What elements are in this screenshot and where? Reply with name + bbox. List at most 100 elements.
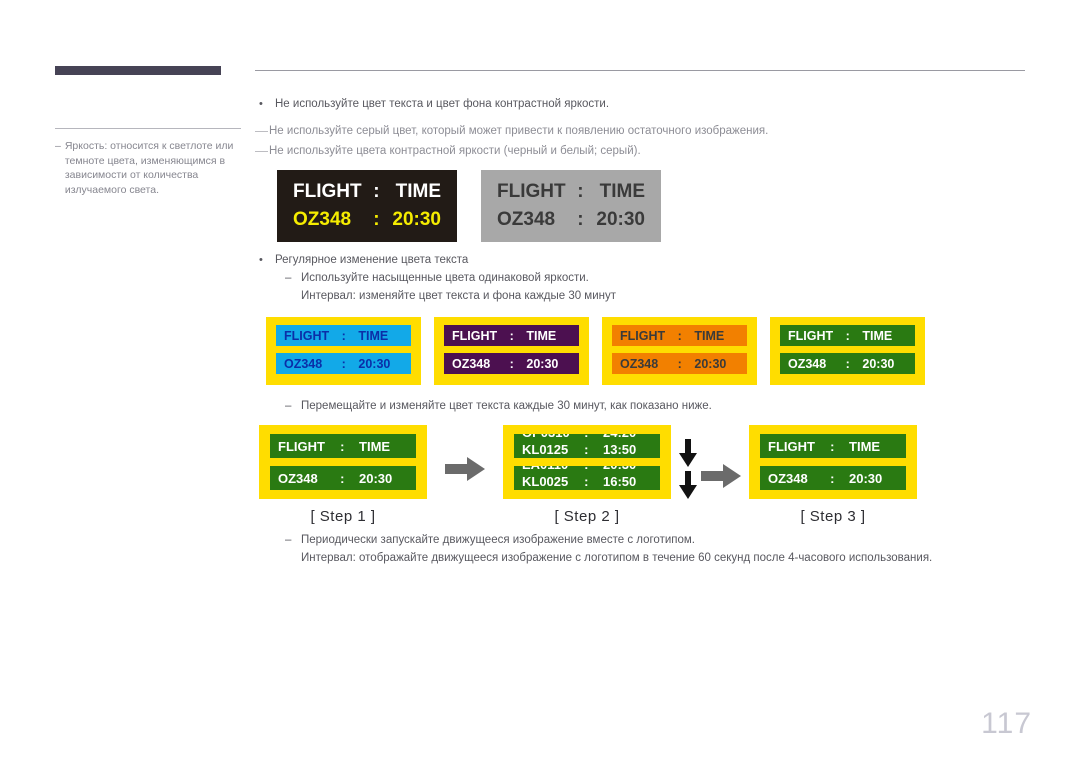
flight-header-code: FLIGHT — [452, 328, 498, 343]
flight-row-time: 20:30 — [849, 470, 883, 486]
color-swatch-cyan: FLIGHT : TIME OZ348 : 20:30 — [266, 317, 421, 385]
flight-header-colon: : — [373, 181, 380, 202]
arrow-2-container — [671, 425, 749, 513]
bullet-marker: • — [259, 254, 263, 266]
flight-panel-dark-header: FLIGHT : TIME — [293, 181, 441, 203]
sidebar-note-block: – Яркость: относится к светлоте или темн… — [55, 128, 241, 197]
flight-row-colon: : — [340, 470, 345, 486]
sidebar-divider — [55, 128, 241, 129]
scroll-code: KL0125 — [522, 442, 569, 457]
flight-header-colon: : — [509, 328, 514, 343]
flight-row-colon: : — [830, 470, 835, 486]
step-1-header-strip: FLIGHT : TIME — [270, 434, 416, 458]
scroll-time: 20:30 — [603, 466, 652, 472]
scroll-inner: OP0310 : 24:20 KL0125 : 13:50 — [514, 434, 660, 458]
step-2-scroll-strip-top: OP0310 : 24:20 KL0125 : 13:50 — [514, 434, 660, 458]
dash-item-1-text: Не используйте серый цвет, который может… — [269, 125, 769, 137]
flight-row-code: OZ348 — [768, 470, 808, 486]
scroll-colon: : — [584, 474, 589, 489]
page-number: 117 — [981, 707, 1032, 740]
sub-dash-item-1-text: Используйте насыщенные цвета одинаковой … — [301, 272, 589, 284]
swatch-header-strip: FLIGHT : TIME — [780, 325, 915, 346]
dash-item-2-text: Не используйте цвета контрастной яркости… — [269, 145, 641, 157]
scroll-line: EA0110 : 20:30 — [514, 466, 660, 473]
flight-panel-gray-header: FLIGHT : TIME — [497, 181, 645, 203]
flight-row-code: OZ348 — [497, 209, 556, 230]
color-swatch-purple: FLIGHT : TIME OZ348 : 20:30 — [434, 317, 589, 385]
flight-header-code: FLIGHT — [768, 438, 815, 454]
step-3-panel: FLIGHT : TIME OZ348 : 20:30 — [749, 425, 917, 499]
sidebar-note-dash: – — [55, 140, 61, 152]
scroll-line: OP0310 : 24:20 — [514, 434, 660, 441]
sub-dash-marker: – — [285, 272, 292, 284]
step-3-row-strip: OZ348 : 20:30 — [760, 466, 906, 490]
scroll-time: 13:50 — [603, 442, 637, 457]
bullet-item-1: • Не используйте цвет текста и цвет фона… — [255, 96, 1030, 113]
sidebar-note-text: Яркость: относится к светлоте или темнот… — [64, 140, 234, 196]
flight-header-code: FLIGHT — [788, 328, 834, 343]
flight-header-colon: : — [340, 438, 345, 454]
manual-page: – Яркость: относится к светлоте или темн… — [0, 0, 1080, 763]
flight-row-colon: : — [509, 356, 514, 371]
bullet-item-2-text: Регулярное изменение цвета текста — [275, 254, 469, 266]
step-3-group: FLIGHT : TIME OZ348 : 20:30 [ Step 3 ] — [749, 425, 917, 525]
arrow-1-container — [427, 425, 503, 513]
flight-panel-gray-row: OZ348 : 20:30 — [497, 209, 645, 231]
arrow-right-icon — [445, 457, 485, 481]
swatch-row-strip: OZ348 : 20:30 — [612, 353, 747, 374]
sub-dash-marker: – — [285, 534, 292, 546]
sub-dash-item-2-text: Перемещайте и изменяйте цвет текста кажд… — [301, 400, 712, 412]
flight-header-code: FLIGHT — [293, 181, 362, 202]
color-swatch-row: FLIGHT : TIME OZ348 : 20:30 FLIGHT : TIM… — [266, 317, 1030, 385]
header-divider-rule — [255, 70, 1025, 71]
step-2-scroll-strip-bottom: EA0110 : 20:30 KL0025 : 16:50 — [514, 466, 660, 490]
flight-row-code: OZ348 — [284, 356, 323, 371]
scroll-colon: : — [584, 434, 603, 440]
dash-item-2: — Не используйте цвета контрастной яркос… — [255, 141, 1030, 161]
flight-header-colon: : — [577, 181, 584, 202]
flight-header-time: TIME — [849, 438, 881, 454]
arrow-down-icon — [679, 439, 697, 467]
scroll-colon: : — [584, 442, 589, 457]
color-swatch-green: FLIGHT : TIME OZ348 : 20:30 — [770, 317, 925, 385]
scroll-inner: EA0110 : 20:30 KL0025 : 16:50 — [514, 466, 660, 490]
scroll-code: EA0110 — [522, 466, 584, 472]
scroll-line: KL0025 : 16:50 — [514, 473, 660, 490]
flight-row-time: 20:30 — [526, 356, 559, 371]
flight-row-colon: : — [845, 356, 850, 371]
scroll-time: 16:50 — [603, 474, 637, 489]
sub-dash-marker: – — [285, 400, 292, 412]
swatch-row-strip: OZ348 : 20:30 — [780, 353, 915, 374]
dash-marker: — — [255, 143, 268, 158]
flight-row-code: OZ348 — [788, 356, 827, 371]
swatch-row-strip: OZ348 : 20:30 — [444, 353, 579, 374]
sub-dash-item-3: – Периодически запускайте движущееся изо… — [255, 531, 1030, 549]
flight-row-code: OZ348 — [452, 356, 491, 371]
scroll-colon: : — [584, 466, 603, 472]
flight-row-time: 20:30 — [596, 209, 645, 230]
flight-row-code: OZ348 — [278, 470, 318, 486]
flight-row-time: 20:30 — [694, 356, 727, 371]
bullet-item-2: • Регулярное изменение цвета текста — [255, 252, 1030, 269]
header-accent-bar — [55, 66, 221, 75]
flight-header-code: FLIGHT — [620, 328, 666, 343]
down-arrows-group — [679, 439, 697, 499]
flight-row-colon: : — [677, 356, 682, 371]
scroll-code: OP0310 — [522, 434, 584, 440]
flight-row-time: 20:30 — [359, 470, 393, 486]
flight-header-colon: : — [845, 328, 850, 343]
flight-panel-gray: FLIGHT : TIME OZ348 : 20:30 — [481, 170, 661, 242]
step-2-panel: OP0310 : 24:20 KL0125 : 13:50 — [503, 425, 671, 499]
flight-header-time: TIME — [862, 328, 893, 343]
flight-header-time: TIME — [526, 328, 557, 343]
step-3-header-strip: FLIGHT : TIME — [760, 434, 906, 458]
flight-row-time: 20:30 — [358, 356, 391, 371]
flight-header-time: TIME — [599, 181, 645, 202]
arrow-head — [723, 464, 741, 488]
swatch-row-strip: OZ348 : 20:30 — [276, 353, 411, 374]
steps-diagram: FLIGHT : TIME OZ348 : 20:30 [ Step 1 ] K… — [259, 425, 1030, 525]
flight-row-colon: : — [341, 356, 346, 371]
main-content: • Не используйте цвет текста и цвет фона… — [255, 96, 1030, 567]
sub-dash-item-3-continuation: Интервал: отображайте движущееся изображ… — [301, 552, 933, 564]
scroll-code: KL0025 — [522, 474, 569, 489]
